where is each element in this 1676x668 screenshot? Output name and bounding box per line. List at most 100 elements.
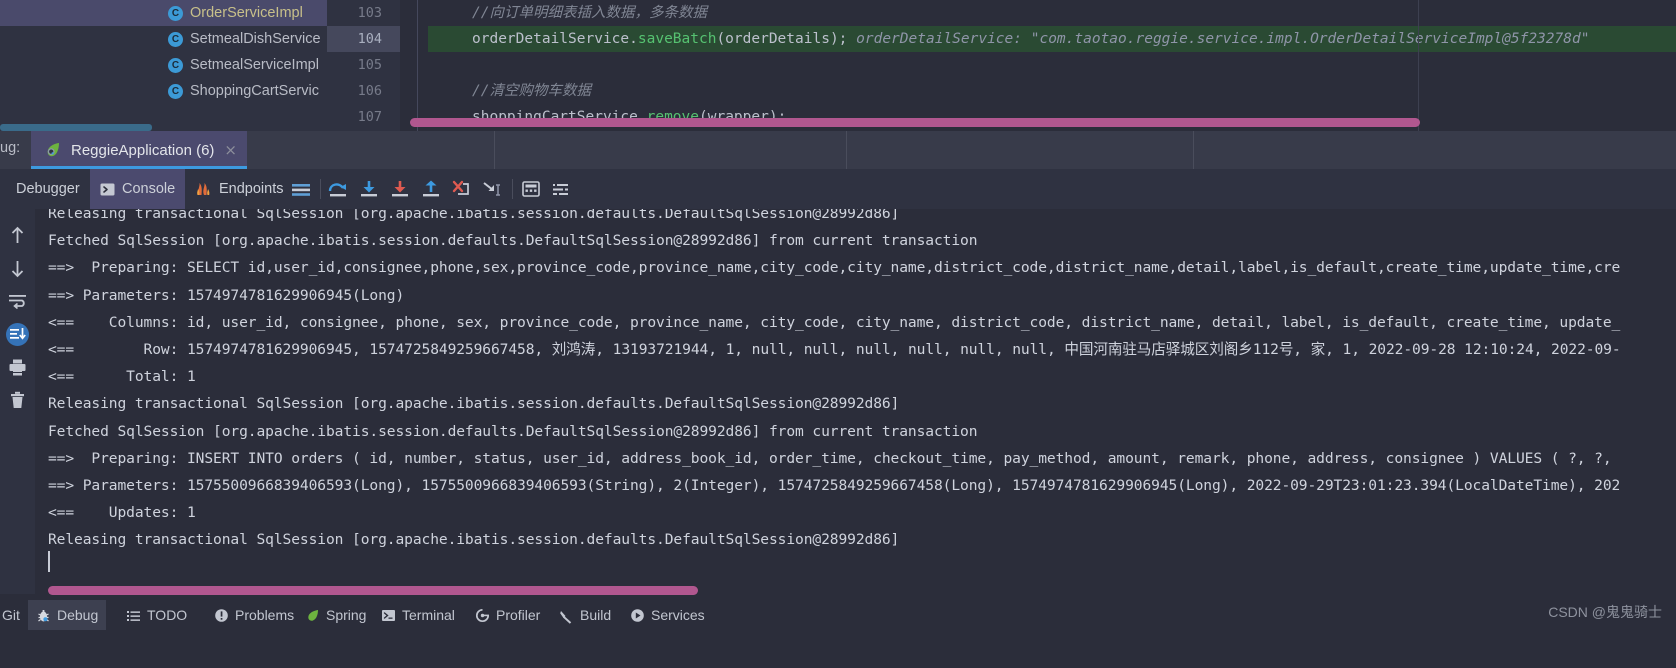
step-over-icon[interactable] <box>327 179 349 199</box>
console-line: <== Columns: id, user_id, consignee, pho… <box>48 313 1621 331</box>
class-icon: C <box>168 83 183 99</box>
tab-endpoints[interactable]: Endpoints <box>185 169 294 209</box>
tree-horizontal-scrollbar[interactable] <box>0 124 152 131</box>
tree-item-label: ShoppingCartServic <box>190 83 319 99</box>
todo-icon <box>126 608 141 623</box>
tree-item-orderserviceimpl[interactable]: C OrderServiceImpl <box>0 0 327 26</box>
debug-tool-window-header: ug: ReggieApplication (6) × <box>0 131 1676 169</box>
console-line: Releasing transactional SqlSession [org.… <box>48 209 900 222</box>
toolbar-divider <box>512 179 513 199</box>
status-item-profiler[interactable]: Profiler <box>467 600 548 630</box>
code-comment: //向订单明细表插入数据，多条数据 <box>472 5 707 21</box>
console-caret <box>48 551 50 572</box>
tabrow-divider <box>494 131 495 169</box>
editor-gutter[interactable]: 103 104 105 106 107 <box>327 0 400 131</box>
debug-inline-value-hint: orderDetailService: "com.taotao.reggie.s… <box>847 31 1590 47</box>
status-item-spring[interactable]: Spring <box>297 600 374 630</box>
trash-icon[interactable] <box>6 389 29 412</box>
close-icon[interactable]: × <box>224 142 237 158</box>
run-to-cursor-icon[interactable] <box>481 179 503 199</box>
code-comment: //清空购物车数据 <box>472 83 591 99</box>
run-configuration-tab[interactable]: ReggieApplication (6) × <box>31 131 247 169</box>
tabrow-divider <box>846 131 847 169</box>
tab-endpoints-label: Endpoints <box>219 181 284 197</box>
console-line: ==> Preparing: SELECT id,user_id,consign… <box>48 259 1621 277</box>
evaluate-expression-icon[interactable] <box>520 179 542 199</box>
class-icon: C <box>168 57 183 73</box>
class-icon: C <box>168 31 183 47</box>
tree-item-setmealdishservice[interactable]: C SetmealDishService <box>0 26 327 52</box>
down-arrow-icon[interactable] <box>6 257 29 280</box>
toolbar-divider <box>320 179 321 199</box>
status-item-terminal[interactable]: Terminal <box>373 600 463 630</box>
tree-item-shoppingcartservice[interactable]: C ShoppingCartServic <box>0 78 327 104</box>
status-item-git[interactable]: Git <box>0 600 28 630</box>
editor-strip: C OrderServiceImpl C SetmealDishService … <box>0 0 1676 131</box>
tabrow-divider <box>1193 131 1194 169</box>
tab-debugger[interactable]: Debugger <box>6 169 90 209</box>
services-icon <box>630 608 645 623</box>
console-horizontal-scrollbar[interactable] <box>48 586 698 595</box>
console-line: Fetched SqlSession [org.apache.ibatis.se… <box>48 422 978 440</box>
console-line: Releasing transactional SqlSession [org.… <box>48 531 900 549</box>
status-item-label: Services <box>651 607 705 623</box>
tab-debugger-label: Debugger <box>16 181 80 197</box>
tree-item-label: SetmealDishService <box>190 31 321 47</box>
code-text: orderDetailService. <box>472 31 638 47</box>
status-item-label: Debug <box>57 607 99 623</box>
line-number: 106 <box>357 83 382 99</box>
editor-fold-column[interactable] <box>400 0 428 131</box>
status-item-problems[interactable]: Problems <box>206 600 302 630</box>
status-item-label: Problems <box>235 607 295 623</box>
console-line: Releasing transactional SqlSession [org.… <box>48 395 900 413</box>
debug-window-label: ug: <box>0 140 21 156</box>
up-arrow-icon[interactable] <box>6 224 29 247</box>
tree-item-setmealserviceimpl[interactable]: C SetmealServiceImpl <box>0 52 327 78</box>
line-number: 104 <box>327 26 400 52</box>
line-number: 107 <box>357 109 382 125</box>
status-item-services[interactable]: Services <box>622 600 713 630</box>
tree-item-label: OrderServiceImpl <box>190 5 303 21</box>
settings-lines-icon[interactable] <box>550 179 572 199</box>
tab-console[interactable]: Console <box>90 169 186 209</box>
build-hammer-icon <box>559 608 574 624</box>
force-step-into-icon[interactable] <box>389 179 411 199</box>
tree-item-label: SetmealServiceImpl <box>190 57 319 73</box>
spring-leaf-icon <box>305 608 320 623</box>
project-tree-fragment: C OrderServiceImpl C SetmealDishService … <box>0 0 327 131</box>
show-frames-icon[interactable] <box>290 179 312 199</box>
code-line-106: //清空购物车数据 <box>440 78 1676 104</box>
step-out-icon[interactable] <box>420 179 442 199</box>
console-output[interactable]: Releasing transactional SqlSession [org.… <box>35 209 1676 594</box>
soft-wrap-icon[interactable] <box>6 290 29 313</box>
endpoints-icon <box>195 181 212 197</box>
status-item-debug[interactable]: Debug <box>28 600 107 630</box>
editor-code-area[interactable]: //向订单明细表插入数据，多条数据 orderDetailService.sav… <box>440 0 1676 131</box>
editor-vertical-separator <box>1418 0 1419 131</box>
console-line: ==> Preparing: INSERT INTO orders ( id, … <box>48 449 1621 467</box>
print-icon[interactable] <box>6 356 29 379</box>
problems-icon <box>214 608 229 623</box>
status-item-label: Profiler <box>496 607 541 623</box>
profiler-icon <box>475 608 490 623</box>
ide-window: C OrderServiceImpl C SetmealDishService … <box>0 0 1676 668</box>
status-item-todo[interactable]: TODO <box>118 600 195 630</box>
status-item-build[interactable]: Build <box>551 600 619 630</box>
bug-icon <box>36 608 51 623</box>
editor-horizontal-scrollbar[interactable] <box>410 118 1420 127</box>
scroll-to-end-icon[interactable] <box>6 323 29 346</box>
code-line-103: //向订单明细表插入数据，多条数据 <box>440 0 1676 26</box>
debug-toolbar: Debugger Console Endpoints <box>0 169 1676 209</box>
console-line: ==> Parameters: 1575500966839406593(Long… <box>48 476 1621 494</box>
status-item-label: Terminal <box>402 607 455 623</box>
class-icon: C <box>168 5 183 21</box>
line-number: 103 <box>357 5 382 21</box>
step-into-icon[interactable] <box>358 179 380 199</box>
terminal-icon <box>381 608 396 623</box>
console-line: <== Total: 1 <box>48 368 196 386</box>
drop-frame-icon[interactable] <box>450 179 472 199</box>
console-line: ==> Parameters: 1574974781629906945(Long… <box>48 286 405 304</box>
code-text: (orderDetails); <box>716 31 848 47</box>
line-number: 105 <box>357 57 382 73</box>
